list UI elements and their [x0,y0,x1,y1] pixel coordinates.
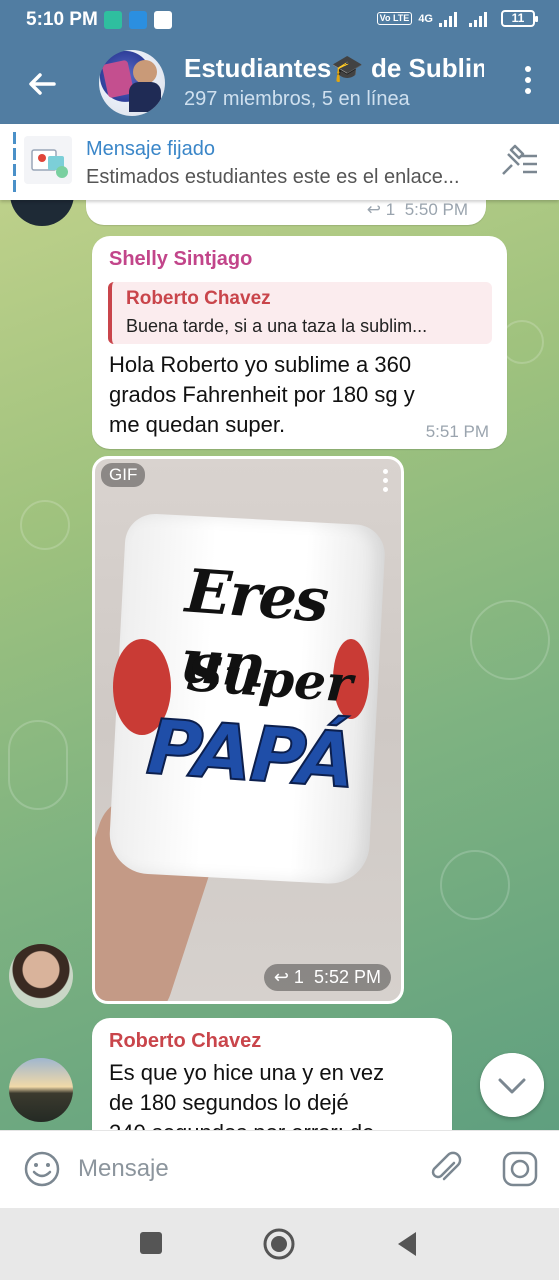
reply-count: 1 [293,967,304,987]
group-avatar[interactable] [99,50,165,116]
message-text: Es que yo hice una y en vez de 180 segun… [109,1058,439,1130]
gif-meta: ↩ 1 5:52 PM [263,964,391,991]
reply-count: 1 [385,200,396,219]
back-arrow-icon[interactable] [22,64,62,104]
attach-paperclip-icon[interactable] [426,1149,466,1189]
gif-badge: GIF [101,463,146,487]
message-input[interactable]: Mensaje [78,1155,169,1183]
message-line: de 180 segundos lo dejé [109,1090,349,1115]
signal-strength-2-icon [469,11,487,27]
chat-header: Estudiantes🎓 de Sublim 297 miembros, 5 e… [0,42,559,124]
message-bubble[interactable]: Roberto Chavez Es que yo hice una y en v… [92,1018,452,1130]
sender-avatar-shelly[interactable] [9,944,73,1008]
pinned-title: Mensaje fijado [86,138,215,160]
reply-arrow-icon: ↩ [366,200,386,219]
back-nav-icon[interactable] [394,1229,420,1259]
sender-avatar-roberto[interactable] [9,1058,73,1122]
vpn-shield-icon [104,11,122,29]
system-nav-bar [0,1208,559,1280]
message-time: 5:52 PM [313,967,381,987]
background-doodle [20,500,70,550]
phone-icon [154,11,172,29]
background-doodle [8,720,68,810]
battery-level: 11 [511,11,525,25]
message-line: Hola Roberto yo sublime a 360 [109,352,412,377]
background-doodle [470,600,550,680]
pinned-text: Estimados estudiantes este es el enlace.… [86,166,460,188]
sender-avatar[interactable] [10,200,74,226]
message-time: 5:50 PM [404,200,468,219]
more-options-icon[interactable] [523,66,533,100]
scroll-down-button[interactable] [480,1053,544,1117]
status-bar: 5:10 PM Vo LTE 4G 11 [0,0,559,42]
chat-background[interactable]: ↩ 1 5:50 PM Shelly Sintjago Roberto Chav… [0,200,559,1130]
reply-quote-text: Buena tarde, si a una taza la sublim... [126,316,428,336]
volte-icon: Vo LTE [376,12,413,25]
chat-title[interactable]: Estudiantes🎓 de Sublim [184,53,484,84]
pinned-message-bar[interactable]: Mensaje fijado Estimados estudiantes est… [0,124,559,200]
upload-arrow-icon [129,11,147,29]
gif-message[interactable]: Eres un Super PAPÁ GIF ↩ 1 5:52 PM [92,456,404,1004]
pinned-list-icon[interactable] [499,144,539,180]
message-bubble[interactable]: ↩ 1 5:50 PM [86,200,486,225]
message-line: grados Fahrenheit por 180 sg y [109,382,415,407]
sender-name[interactable]: Shelly Sintjago [109,248,252,271]
pinned-thumbnail [24,136,72,184]
reply-arrow-icon: ↩ [273,967,294,987]
message-bubble[interactable]: Shelly Sintjago Roberto Chavez Buena tar… [92,236,507,449]
member-count: 297 miembros, 5 en línea [184,88,410,110]
message-line: 240 segundos por error; de [109,1118,439,1130]
message-input-bar: Mensaje [0,1130,559,1208]
message-time: 5:51 PM [425,422,489,441]
gif-options-icon[interactable] [383,469,389,495]
reply-quote[interactable]: Roberto Chavez Buena tarde, si a una taz… [108,282,492,344]
network-type: 4G [418,12,433,25]
status-time: 5:10 PM [26,9,98,30]
background-doodle [440,850,510,920]
camera-icon[interactable] [500,1149,540,1189]
recent-apps-icon[interactable] [138,1230,164,1256]
reply-quote-author: Roberto Chavez [126,288,271,309]
emoji-icon[interactable] [22,1149,62,1189]
signal-strength-icon [439,11,457,27]
mug-text: PAPÁ [143,701,358,806]
battery-icon: 11 [501,10,538,27]
pinned-indicator [13,132,16,192]
home-icon[interactable] [262,1227,296,1261]
mug-text: Super [185,643,355,714]
sender-name[interactable]: Roberto Chavez [109,1030,261,1053]
message-meta: ↩ 1 5:50 PM [367,200,468,220]
message-line: Es que yo hice una y en vez [109,1060,385,1085]
